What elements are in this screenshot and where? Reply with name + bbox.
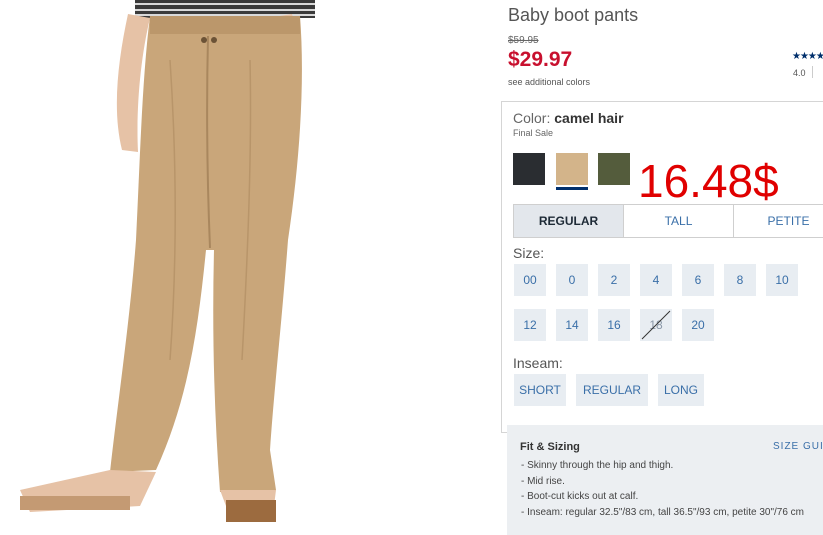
sale-price: $29.97	[508, 48, 573, 71]
tab-tall[interactable]: TALL	[624, 205, 734, 237]
fit-sizing-list: - Skinny through the hip and thigh. - Mi…	[521, 458, 804, 520]
size-option-18-unavailable: 18	[640, 309, 672, 341]
size-option-6[interactable]: 6	[682, 264, 714, 296]
size-option-10[interactable]: 10	[766, 264, 798, 296]
size-option-20[interactable]: 20	[682, 309, 714, 341]
color-label: Color: camel hair	[513, 110, 624, 126]
fit-bullet: - Skinny through the hip and thigh.	[521, 460, 674, 471]
fit-bullet: - Inseam: regular 32.5"/83 cm, tall 36.5…	[521, 506, 805, 518]
size-option-00[interactable]: 00	[514, 264, 546, 296]
color-swatch-camel-hair[interactable]	[556, 153, 588, 185]
size-option-8[interactable]: 8	[724, 264, 756, 296]
color-label-prefix: Color:	[513, 110, 551, 126]
size-guide-link[interactable]: SIZE GUI	[773, 441, 823, 452]
color-swatch-olive[interactable]	[598, 153, 630, 185]
size-option-0[interactable]: 0	[556, 264, 588, 296]
tab-regular[interactable]: REGULAR	[514, 205, 624, 237]
color-swatch-black[interactable]	[513, 153, 545, 185]
fit-tabs: REGULAR TALL PETITE	[513, 204, 823, 238]
size-option-14[interactable]: 14	[556, 309, 588, 341]
inseam-option-regular[interactable]: REGULAR	[576, 374, 648, 406]
size-option-4[interactable]: 4	[640, 264, 672, 296]
tab-petite[interactable]: PETITE	[734, 205, 823, 237]
fit-sizing-title: Fit & Sizing	[520, 441, 580, 453]
selected-color-name: camel hair	[554, 110, 624, 126]
size-option-16[interactable]: 16	[598, 309, 630, 341]
rating-divider	[812, 66, 813, 78]
size-option-2[interactable]: 2	[598, 264, 630, 296]
final-sale-note: Final Sale	[513, 128, 554, 138]
see-additional-colors-link[interactable]: see additional colors	[508, 77, 590, 87]
rating-stars[interactable]: ★★★★	[792, 51, 823, 62]
rating-value: 4.0	[793, 68, 806, 78]
inseam-option-long[interactable]: LONG	[658, 374, 704, 406]
fit-bullet: - Mid rise.	[521, 475, 565, 487]
selected-swatch-indicator	[556, 187, 588, 190]
handwritten-price-annotation: 16.48$	[638, 155, 779, 207]
product-image[interactable]	[0, 0, 497, 522]
product-title: Baby boot pants	[508, 5, 639, 25]
inseam-label: Inseam:	[513, 355, 563, 371]
size-label: Size:	[513, 245, 545, 261]
original-price: $59.95	[508, 35, 539, 46]
inseam-option-short[interactable]: SHORT	[514, 374, 566, 406]
size-option-12[interactable]: 12	[514, 309, 546, 341]
fit-bullet: - Boot-cut kicks out at calf.	[521, 491, 639, 502]
